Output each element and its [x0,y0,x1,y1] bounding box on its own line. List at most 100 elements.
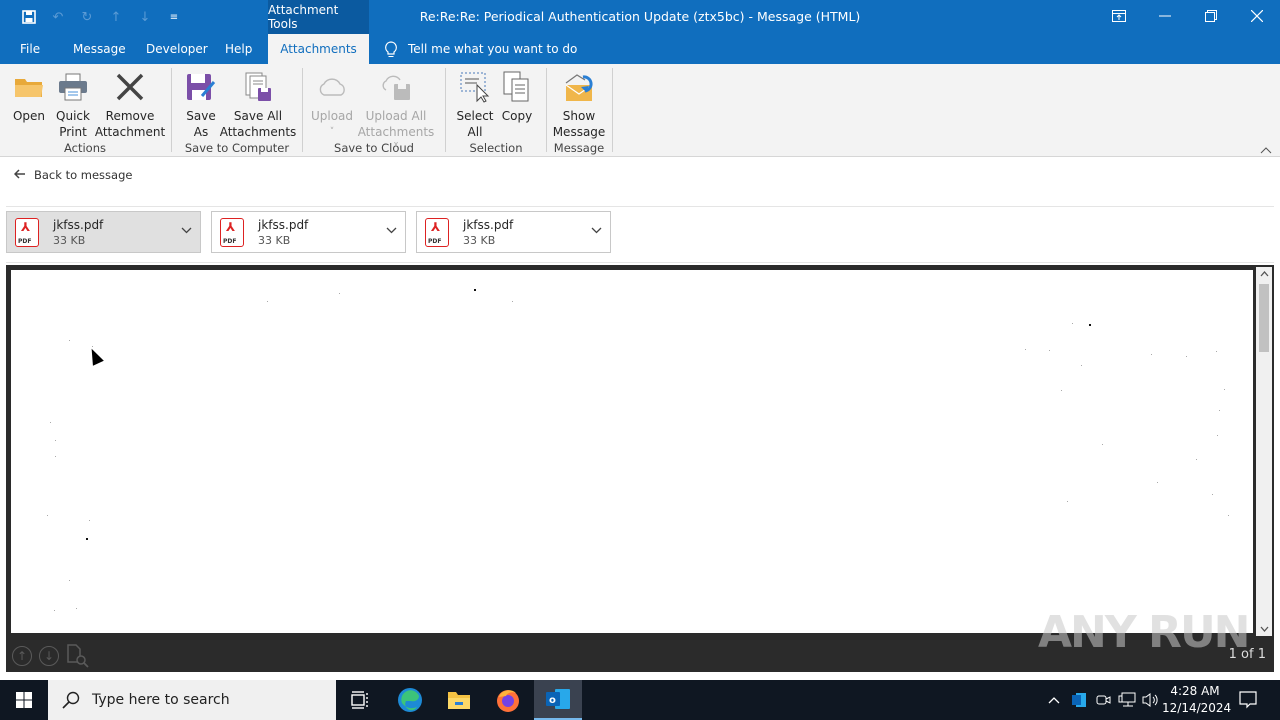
tab-developer[interactable]: Developer [146,34,208,64]
save-all-icon [241,70,275,104]
down-arrow-icon[interactable]: ↓ [134,8,156,26]
tab-attachments[interactable]: Attachments [268,34,369,64]
system-clock[interactable]: 4:28 AM 12/14/2024 [1162,683,1232,717]
preview-scrollbar[interactable] [1256,267,1272,636]
edge-app-button[interactable] [386,680,434,720]
attachment-item[interactable]: ⅄ PDF jkfss.pdf 33 KB [6,211,201,253]
page-speck [1196,459,1197,460]
anyrun-watermark: ANY RUN [1038,607,1250,658]
tray-outlook-icon[interactable] [1068,680,1090,720]
file-explorer-app-button[interactable] [435,680,483,720]
tray-meet-now-icon[interactable] [1093,680,1115,720]
next-page-icon[interactable]: ↓ [39,646,59,666]
clock-time: 4:28 AM [1170,684,1220,698]
save-all-attachments-button[interactable]: Save All Attachments [220,70,296,140]
page-speck [76,608,77,609]
previous-page-icon[interactable]: ↑ [12,646,32,666]
tell-me-text: Tell me what you want to do [408,42,578,56]
network-icon[interactable] [1116,680,1138,720]
page-speck [1217,435,1218,436]
upload-button[interactable]: Upload ˅ [310,70,354,140]
attachment-item[interactable]: ⅄ PDF jkfss.pdf 33 KB [211,211,406,253]
tab-file[interactable]: File [20,34,40,64]
tab-message[interactable]: Message [73,34,126,64]
attachment-name: jkfss.pdf [53,218,104,232]
search-icon [62,691,80,709]
attachment-name: jkfss.pdf [463,218,514,232]
page-speck [1061,390,1062,391]
close-button[interactable] [1234,0,1280,32]
taskbar-search-input[interactable]: Type here to search [48,680,336,720]
firefox-icon [497,690,519,712]
redo-icon[interactable]: ↻ [76,8,98,26]
divider [6,206,1274,207]
page-speck [474,289,476,291]
attachment-size: 33 KB [463,234,496,247]
page-speck [55,440,56,441]
show-message-button[interactable]: Show Message [552,70,606,140]
page-speck [55,456,56,457]
select-all-button[interactable]: Select All [455,70,495,140]
chevron-up-icon [1048,696,1060,703]
remove-attachment-button[interactable]: Remove Attachment [95,70,165,140]
chevron-down-icon[interactable] [386,224,397,237]
page-speck [1049,350,1050,351]
pdf-file-icon: ⅄ PDF [15,218,39,247]
scrollbar-thumb[interactable] [1259,284,1269,352]
page-speck [50,422,51,423]
tab-help[interactable]: Help [225,34,252,64]
chevron-down-icon[interactable] [591,224,602,237]
collapse-ribbon-icon[interactable] [1260,144,1272,157]
group-label-save-to-computer: Save to Computer [184,141,290,155]
copy-icon [500,70,534,104]
attachment-name: jkfss.pdf [258,218,309,232]
page-speck [1157,482,1158,483]
scroll-down-icon[interactable] [1256,622,1272,636]
copy-button[interactable]: Copy [499,70,535,124]
attachment-item[interactable]: ⅄ PDF jkfss.pdf 33 KB [416,211,611,253]
scroll-up-icon[interactable] [1256,267,1272,281]
pdf-file-icon: ⅄ PDF [425,218,449,247]
folder-icon [448,692,470,709]
firefox-app-button[interactable] [484,680,532,720]
page-speck [1219,410,1220,411]
attachment-size: 33 KB [258,234,291,247]
notification-icon [1239,691,1257,709]
restore-button[interactable] [1188,0,1234,32]
page-speck [1224,389,1225,390]
task-view-button[interactable] [336,680,384,720]
page-speck [267,301,268,302]
back-to-message-link[interactable]: Back to message [13,168,132,182]
window-title: Re:Re:Re: Periodical Authentication Upda… [419,9,861,24]
divider [6,262,1274,263]
outlook-app-button[interactable]: o [534,680,582,720]
pdf-file-icon: ⅄ PDF [220,218,244,247]
up-arrow-icon[interactable]: ↑ [105,8,127,26]
page-speck [1025,349,1026,350]
page-speck [69,580,70,581]
open-button[interactable]: Open [10,70,48,124]
save-as-button[interactable]: Save As [183,70,219,140]
action-center-button[interactable] [1234,680,1262,720]
quick-print-button[interactable]: Quick Print [52,70,94,140]
tell-me-search[interactable]: Tell me what you want to do [384,34,577,64]
printer-icon [56,70,90,104]
title-bar: ↶ ↻ ↑ ↓ ≡ Attachment Tools Re:Re:Re: Per… [0,0,1280,34]
attachment-tools-label: Attachment Tools [268,0,369,34]
save-icon[interactable] [18,8,40,26]
minimize-button[interactable] [1142,0,1188,32]
ribbon-display-options-button[interactable] [1096,0,1142,32]
undo-icon[interactable]: ↶ [47,8,69,26]
page-speck [512,301,513,302]
page-speck [47,515,48,516]
group-label-actions: Actions [63,141,106,155]
page-speck [1186,356,1187,357]
chevron-down-icon[interactable] [181,224,192,237]
volume-icon[interactable] [1140,680,1162,720]
customize-qat-icon[interactable]: ≡ [163,8,185,26]
taskbar: Type here to search o 4:28 AM 12/14/2024 [0,680,1280,720]
show-hidden-icons-button[interactable] [1044,680,1064,720]
find-in-page-icon[interactable] [66,644,90,672]
clock-date: 12/14/2024 [1162,701,1232,715]
start-button[interactable] [0,680,48,720]
